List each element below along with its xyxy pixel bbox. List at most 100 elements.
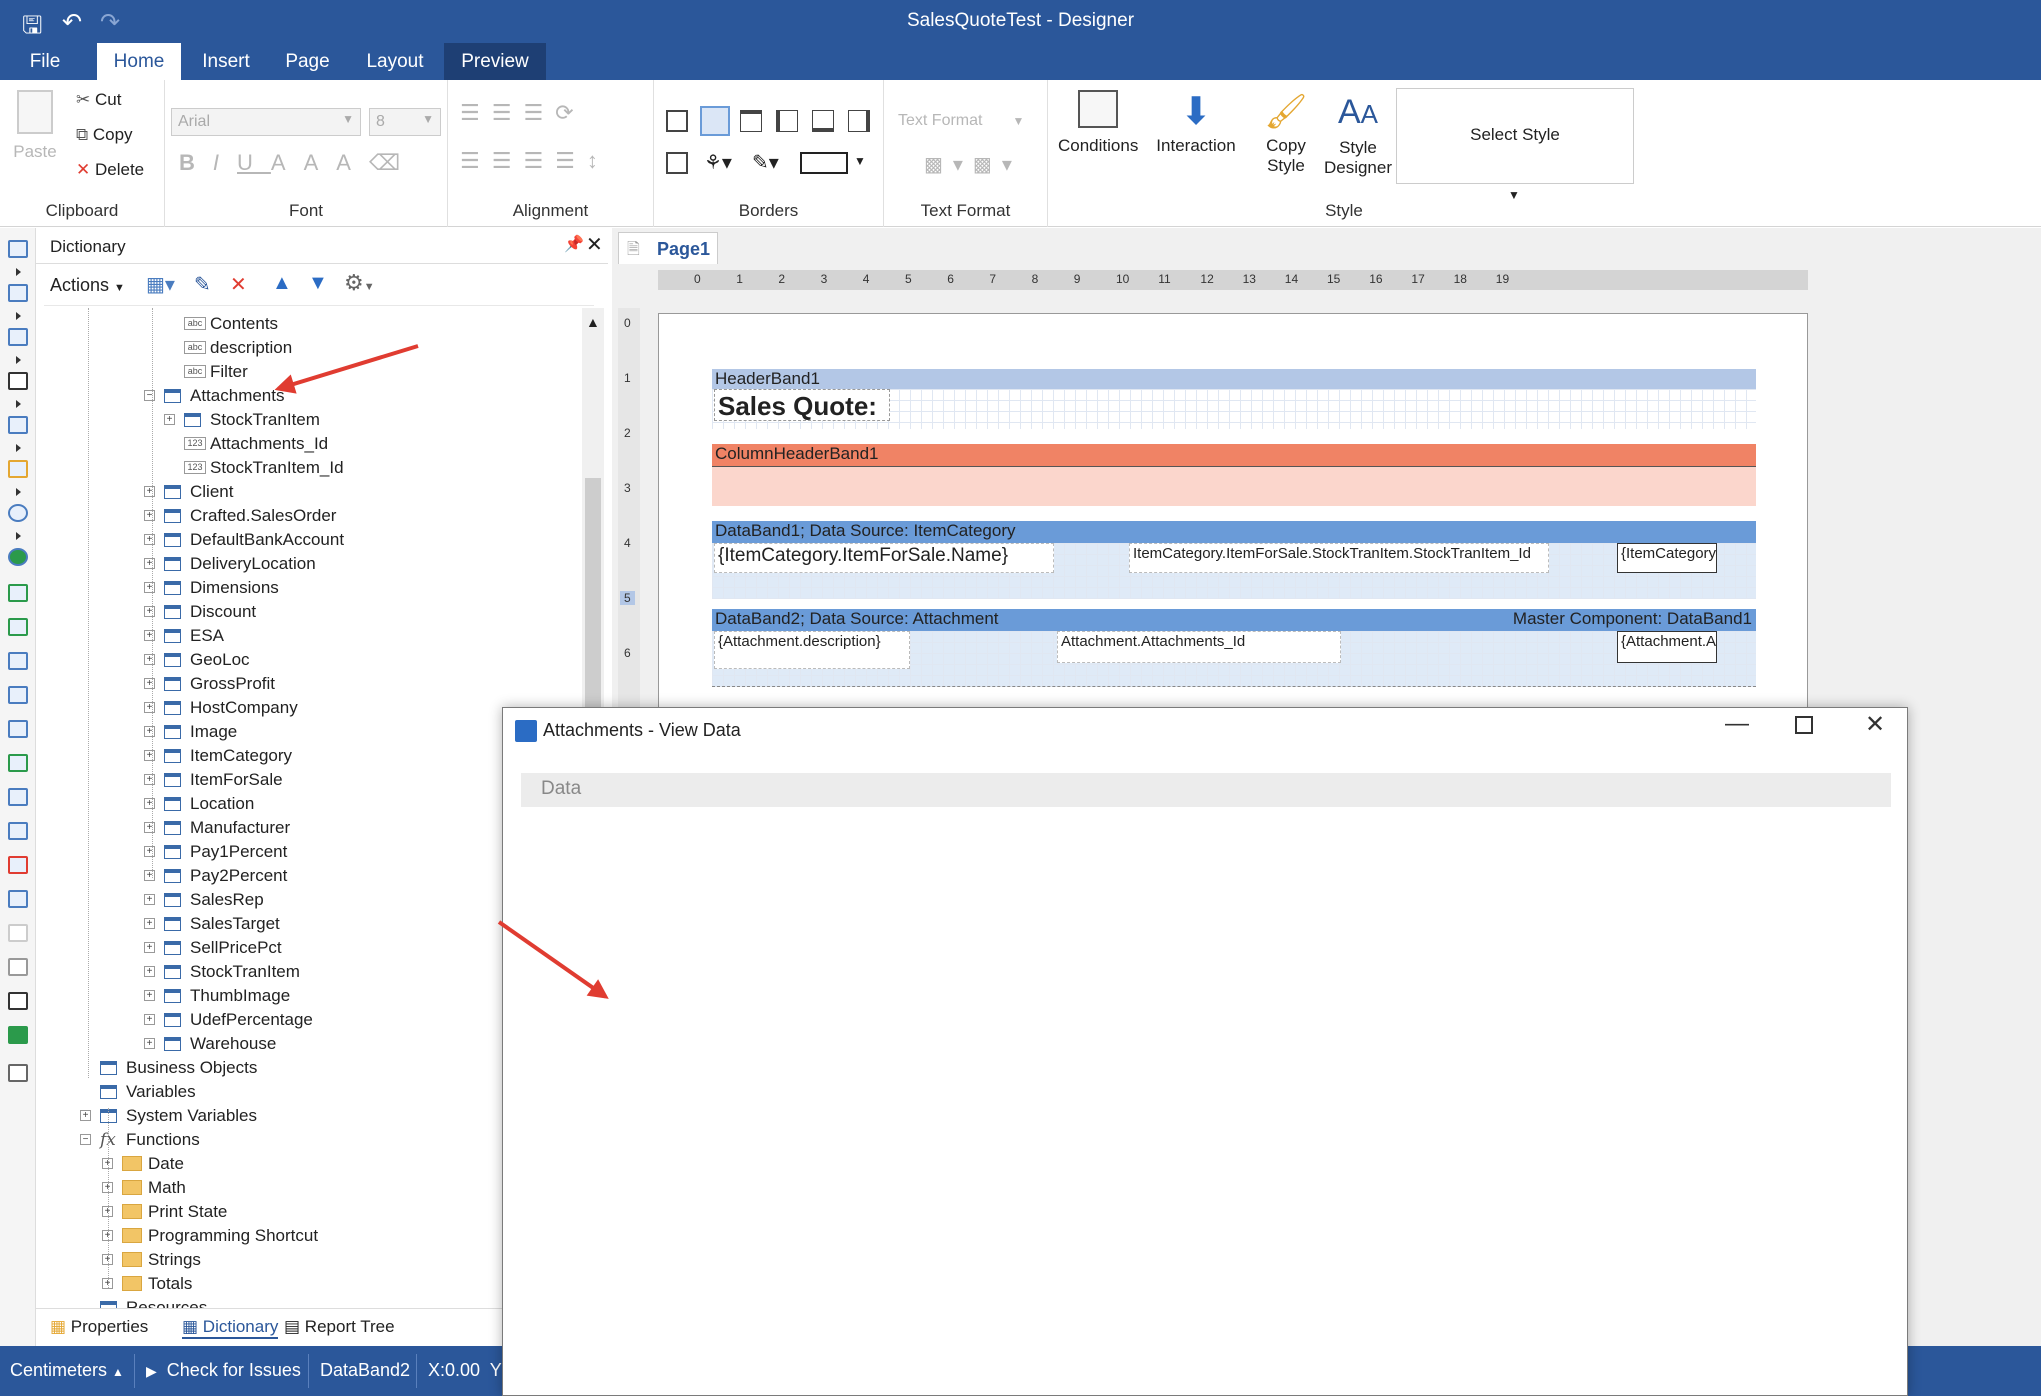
attachment-description-field[interactable]: {Attachment.description} bbox=[714, 631, 910, 669]
expand-icon[interactable]: + bbox=[164, 414, 175, 425]
expand-icon[interactable]: + bbox=[144, 558, 155, 569]
pin-icon[interactable]: 📌 bbox=[564, 234, 584, 254]
tree-node[interactable]: + Manufacturer bbox=[36, 816, 576, 840]
edit-icon[interactable]: ✎ bbox=[194, 272, 211, 297]
check-issues-button[interactable]: ▶ Check for Issues bbox=[146, 1360, 301, 1381]
tree-node[interactable]: Business Objects bbox=[36, 1056, 576, 1080]
tree-node[interactable]: + ThumbImage bbox=[36, 984, 576, 1008]
item-category-field[interactable]: {ItemCategory bbox=[1617, 543, 1717, 573]
header-band[interactable]: HeaderBand1 bbox=[712, 369, 1756, 389]
fill-color-icon[interactable]: ⚘▾ bbox=[704, 150, 732, 175]
expand-icon[interactable]: + bbox=[144, 798, 155, 809]
expand-icon[interactable]: + bbox=[144, 1038, 155, 1049]
menu-preview[interactable]: Preview bbox=[444, 43, 546, 80]
tree-node[interactable]: + Print State bbox=[36, 1200, 576, 1224]
conditions-button[interactable]: Conditions bbox=[1058, 90, 1138, 156]
expand-icon[interactable]: + bbox=[144, 702, 155, 713]
style-designer-button[interactable]: AA Style Designer bbox=[1320, 90, 1396, 178]
tab-properties[interactable]: ▦ Properties bbox=[50, 1317, 148, 1337]
italic-icon[interactable]: I bbox=[213, 150, 237, 175]
sheet-icon[interactable] bbox=[8, 1026, 28, 1044]
underline-icon[interactable]: U bbox=[237, 150, 271, 175]
actions-button[interactable]: Actions ▼ bbox=[50, 275, 125, 296]
table-icon[interactable] bbox=[8, 754, 28, 772]
panel-icon[interactable] bbox=[8, 720, 28, 738]
font-size-combo[interactable]: 8 ▼ bbox=[369, 108, 441, 136]
vertical-align-buttons[interactable]: ☰☰☰⟳ bbox=[460, 100, 586, 126]
close-icon[interactable]: ✕ bbox=[1865, 710, 1885, 739]
expand-icon[interactable]: + bbox=[144, 726, 155, 737]
font-color-icon[interactable]: A bbox=[271, 150, 304, 175]
tree-node[interactable]: abc Contents bbox=[36, 312, 576, 336]
expand-icon[interactable]: + bbox=[144, 534, 155, 545]
checkbox-icon[interactable] bbox=[8, 992, 28, 1010]
expand-icon[interactable]: + bbox=[144, 654, 155, 665]
header-band-icon[interactable] bbox=[8, 584, 28, 602]
expand-icon[interactable]: + bbox=[144, 678, 155, 689]
rich-text-icon[interactable] bbox=[8, 856, 28, 874]
minimize-icon[interactable]: — bbox=[1725, 710, 1749, 738]
expand-icon[interactable]: + bbox=[144, 894, 155, 905]
item-name-field[interactable]: {ItemCategory.ItemForSale.Name} bbox=[714, 543, 1054, 573]
data-band-icon[interactable] bbox=[8, 652, 28, 670]
tree-node[interactable]: + ItemForSale bbox=[36, 768, 576, 792]
tree-node[interactable]: + Totals bbox=[36, 1272, 576, 1296]
paste-button[interactable]: Paste bbox=[12, 90, 58, 162]
tab-dictionary[interactable]: ▦ Dictionary bbox=[182, 1317, 279, 1339]
text-component-icon[interactable] bbox=[8, 328, 28, 346]
tree-node[interactable]: − Attachments bbox=[36, 384, 576, 408]
tree-node[interactable]: + Math bbox=[36, 1176, 576, 1200]
attachments-id-field[interactable]: Attachment.Attachments_Id bbox=[1057, 631, 1341, 663]
tree-node[interactable]: + ESA bbox=[36, 624, 576, 648]
tree-node[interactable]: + System Variables bbox=[36, 1104, 576, 1128]
data-band-2[interactable]: DataBand2; Data Source: Attachment Maste… bbox=[712, 609, 1756, 631]
tree-node[interactable]: + HostCompany bbox=[36, 696, 576, 720]
sales-quote-text[interactable]: Sales Quote: bbox=[714, 389, 890, 421]
gauge-icon[interactable] bbox=[8, 504, 28, 522]
expand-icon[interactable]: + bbox=[80, 1110, 91, 1121]
tree-node[interactable]: abc description bbox=[36, 336, 576, 360]
tree-node[interactable]: + ItemCategory bbox=[36, 744, 576, 768]
expand-icon[interactable]: + bbox=[144, 822, 155, 833]
tree-node[interactable]: Resources bbox=[36, 1296, 576, 1308]
tree-node[interactable]: + Client bbox=[36, 480, 576, 504]
image-icon[interactable] bbox=[8, 890, 28, 908]
cross-band-icon[interactable] bbox=[8, 284, 28, 302]
tree-node[interactable]: + GrossProfit bbox=[36, 672, 576, 696]
units-selector[interactable]: Centimeters ▲ bbox=[10, 1360, 124, 1381]
expand-icon[interactable]: + bbox=[144, 582, 155, 593]
tree-node[interactable]: Variables bbox=[36, 1080, 576, 1104]
tree-node[interactable]: + Discount bbox=[36, 600, 576, 624]
close-icon[interactable]: ✕ bbox=[586, 232, 603, 257]
expand-icon[interactable]: + bbox=[144, 1014, 155, 1025]
border-left-icon[interactable] bbox=[776, 110, 798, 132]
tree-node[interactable]: + DefaultBankAccount bbox=[36, 528, 576, 552]
tree-node[interactable]: + SalesTarget bbox=[36, 912, 576, 936]
interaction-button[interactable]: ⬇ Interaction bbox=[1154, 90, 1238, 156]
expand-icon[interactable]: + bbox=[144, 942, 155, 953]
copy-style-button[interactable]: 🖌 Copy Style bbox=[1250, 90, 1322, 176]
tree-node[interactable]: − fx Functions bbox=[36, 1128, 576, 1152]
tree-node[interactable]: + StockTranItem bbox=[36, 408, 576, 432]
border-style-icon[interactable] bbox=[800, 152, 848, 174]
font-family-combo[interactable]: Arial ▼ bbox=[171, 108, 361, 136]
scroll-up-icon[interactable]: ▲ bbox=[586, 314, 600, 330]
container-icon[interactable] bbox=[8, 822, 28, 840]
shapes-icon[interactable] bbox=[8, 416, 28, 434]
tree-node[interactable]: + Image bbox=[36, 720, 576, 744]
delete-icon[interactable]: ✕ bbox=[230, 272, 247, 297]
tree-node[interactable]: + Crafted.SalesOrder bbox=[36, 504, 576, 528]
text-format-combo[interactable]: Text Format ▼ bbox=[898, 112, 1024, 130]
tools-icon[interactable] bbox=[8, 1064, 28, 1082]
expand-icon[interactable]: + bbox=[144, 510, 155, 521]
menu-page[interactable]: Page bbox=[275, 43, 340, 80]
tree-node[interactable]: + SellPricePct bbox=[36, 936, 576, 960]
menu-file[interactable]: File bbox=[15, 43, 75, 80]
chart-icon[interactable] bbox=[8, 460, 28, 478]
border-bottom-icon[interactable] bbox=[812, 110, 834, 132]
font-style-buttons[interactable]: BIUAAA⌫ bbox=[179, 150, 418, 176]
eraser-icon[interactable]: ⌫ bbox=[369, 150, 418, 175]
new-item-icon[interactable]: ▦▾ bbox=[146, 272, 175, 297]
tab-report-tree[interactable]: ▤ Report Tree bbox=[284, 1317, 395, 1337]
bold-icon[interactable]: B bbox=[179, 150, 213, 175]
